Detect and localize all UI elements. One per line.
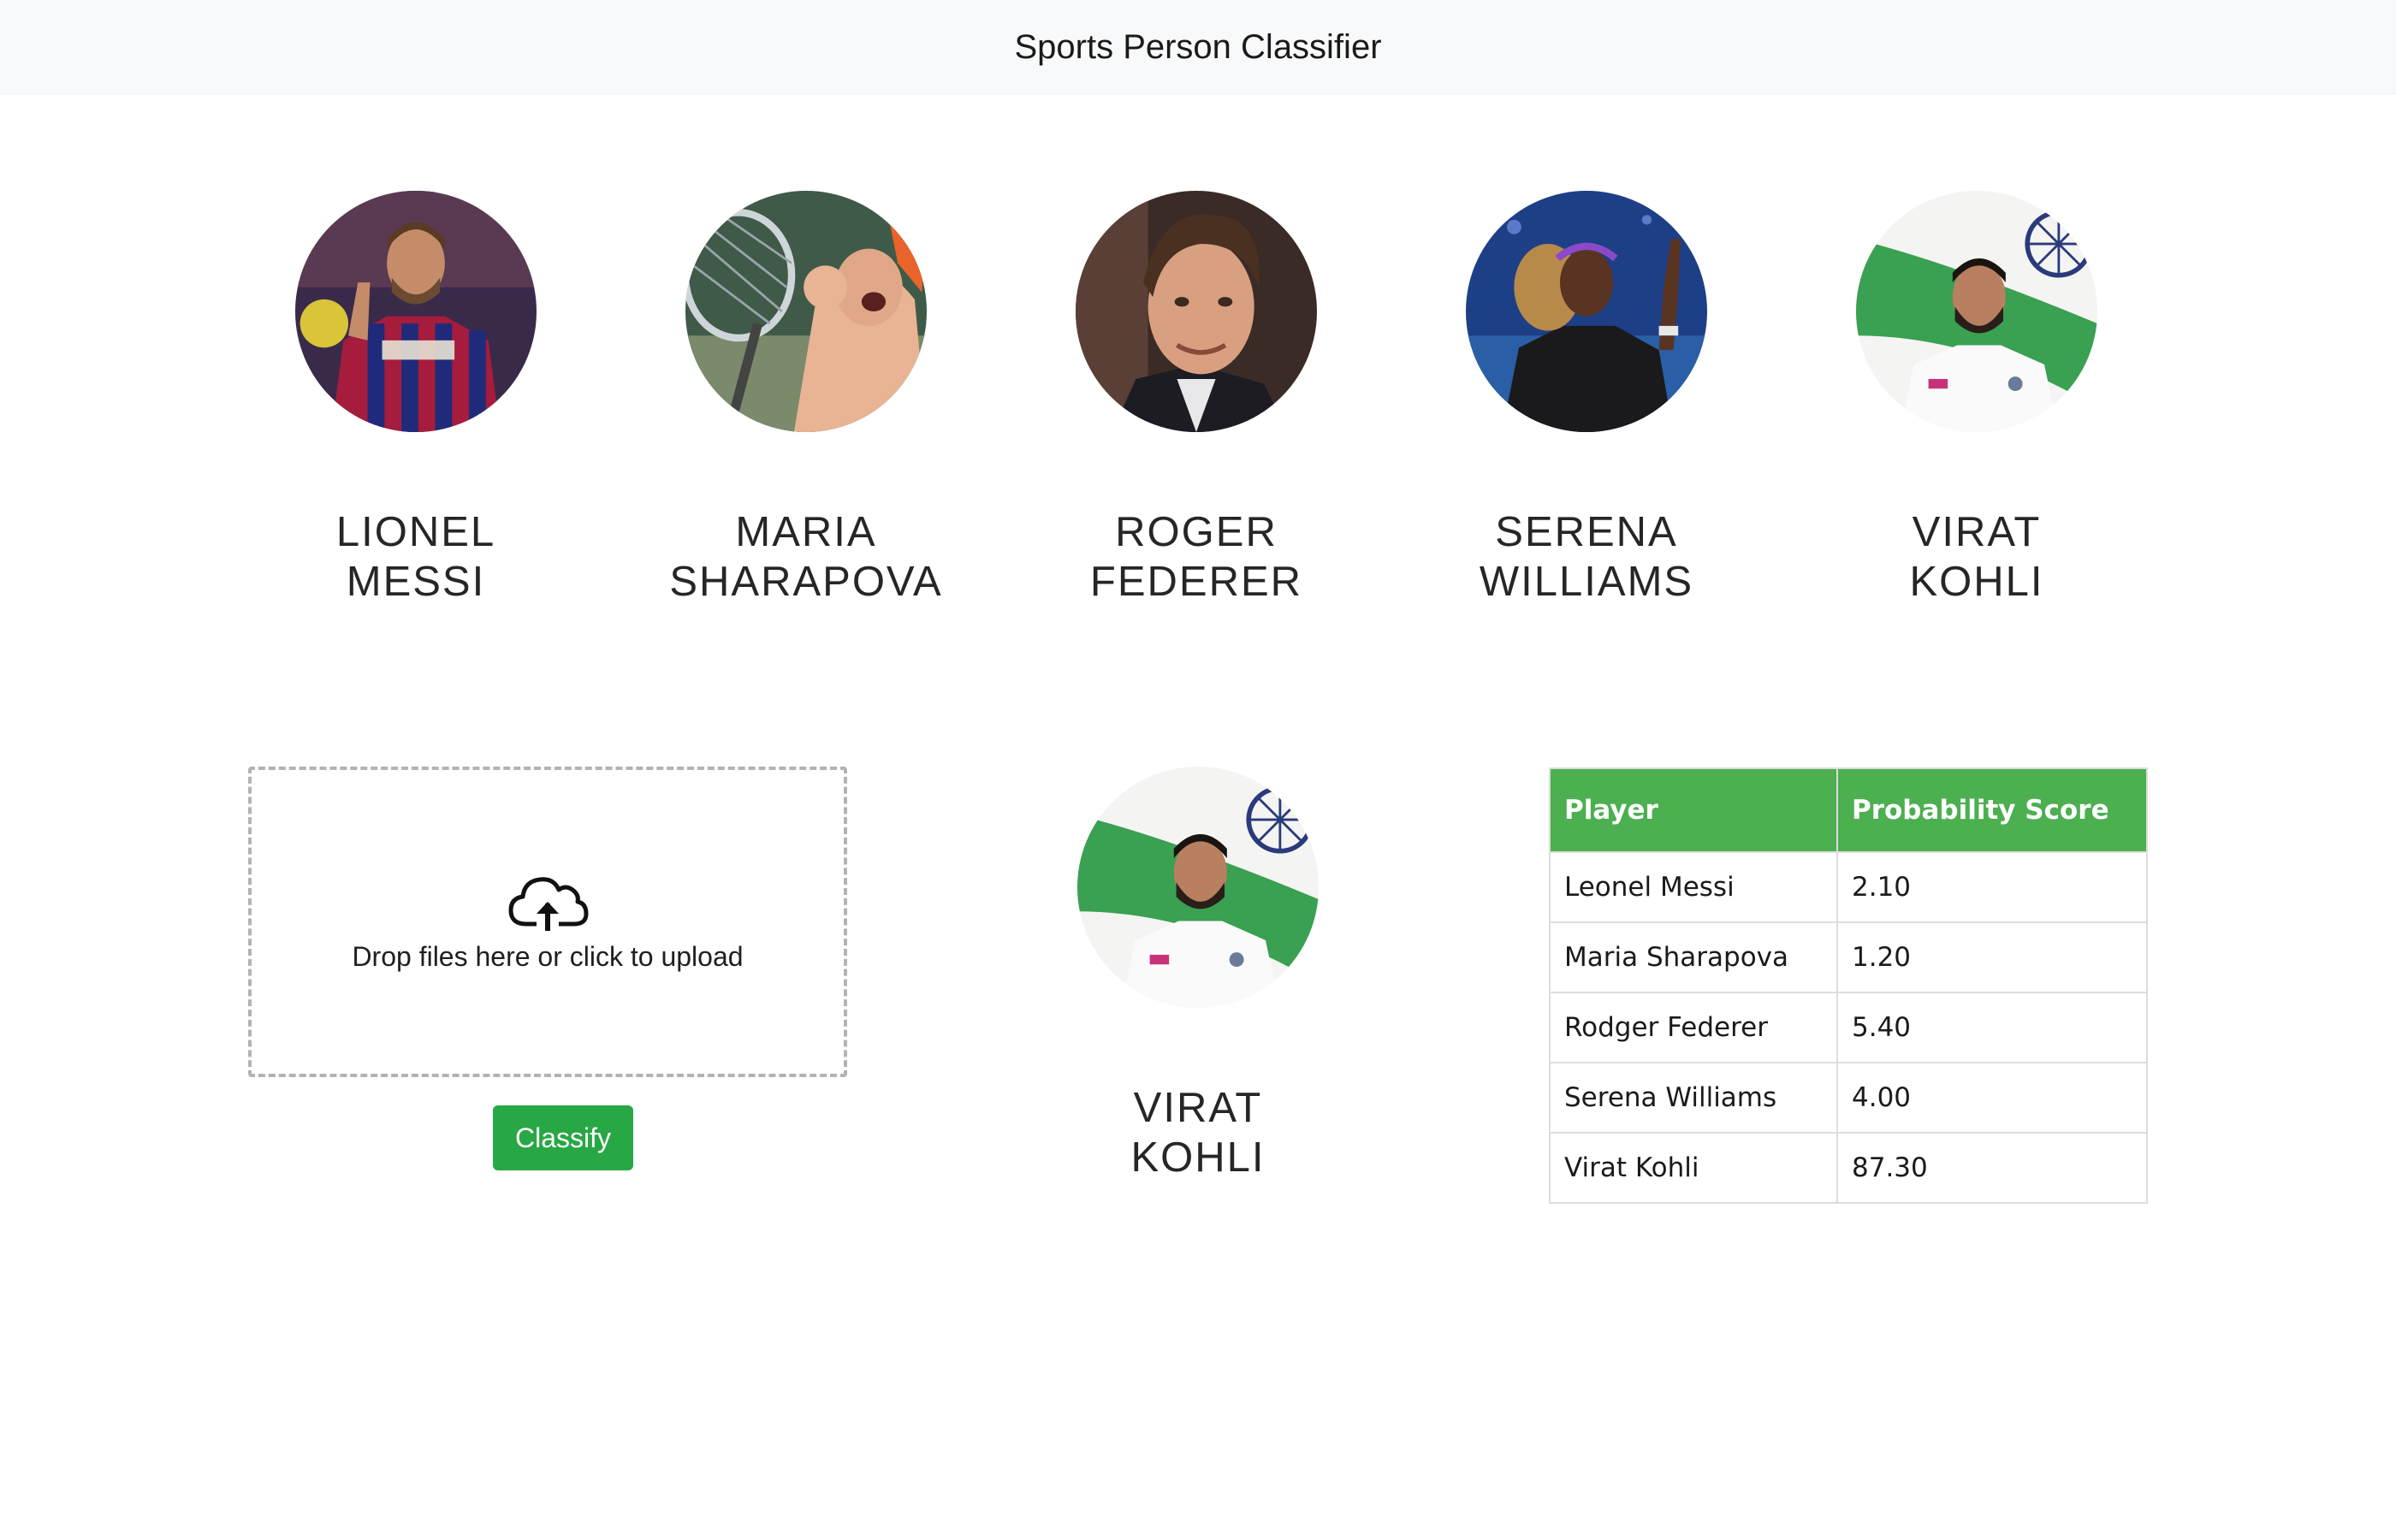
player-gallery: LIONEL MESSI MARIA SHARAPOVA ROGER FEDER…	[0, 191, 2396, 619]
table-row: Serena Williams 4.00	[1549, 1062, 2148, 1134]
column-header-probability: Probability Score	[1836, 767, 2148, 853]
table-row: Rodger Federer 5.40	[1549, 992, 2148, 1063]
file-dropzone[interactable]: Drop files here or click to upload	[248, 767, 847, 1077]
score-cell: 1.20	[1836, 921, 2148, 993]
player-cell: Leonel Messi	[1549, 851, 1838, 923]
player-photo-serena	[1466, 191, 1707, 432]
player-name: LIONEL MESSI	[335, 509, 496, 605]
player-name: MARIA SHARAPOVA	[669, 509, 943, 605]
player-photo-messi	[295, 191, 537, 432]
classify-button[interactable]: Classify	[493, 1105, 633, 1170]
table-row: Leonel Messi 2.10	[1549, 851, 2148, 923]
player-cell: Rodger Federer	[1549, 992, 1838, 1063]
player-cell: Virat Kohli	[1549, 1132, 1838, 1204]
result-player-name: VIRAT KOHLI	[1130, 1085, 1266, 1181]
score-cell: 4.00	[1836, 1062, 2148, 1134]
player-cell: Serena Williams	[1549, 1062, 1838, 1134]
player-card-serena: SERENA WILLIAMS	[1407, 191, 1766, 607]
player-photo-kohli	[1856, 191, 2097, 432]
score-cell: 2.10	[1836, 851, 2148, 923]
player-name: SERENA WILLIAMS	[1479, 509, 1694, 605]
player-photo-federer	[1076, 191, 1317, 432]
player-card-kohli: VIRAT KOHLI	[1797, 191, 2156, 607]
navbar: Sports Person Classifier	[0, 0, 2396, 95]
column-header-player: Player	[1549, 767, 1838, 853]
table-row: Virat Kohli 87.30	[1549, 1132, 2148, 1204]
dropzone-message: Drop files here or click to upload	[352, 941, 744, 972]
app-title[interactable]: Sports Person Classifier	[1014, 28, 1381, 67]
table-row: Maria Sharapova 1.20	[1549, 921, 2148, 993]
probability-table: Player Probability Score Leonel Messi 2.…	[1549, 767, 2148, 1204]
player-card-messi: LIONEL MESSI	[236, 191, 596, 607]
score-cell: 5.40	[1836, 992, 2148, 1063]
player-card-federer: ROGER FEDERER	[1017, 191, 1376, 607]
player-name: VIRAT KOHLI	[1909, 509, 2044, 605]
table-header-row: Player Probability Score	[1549, 767, 2148, 853]
score-cell: 87.30	[1836, 1132, 2148, 1204]
player-cell: Maria Sharapova	[1549, 921, 1838, 993]
player-card-sharapova: MARIA SHARAPOVA	[626, 191, 986, 607]
classification-result: VIRAT KOHLI	[1018, 767, 1378, 1182]
player-photo-sharapova	[685, 191, 927, 432]
result-photo-kohli	[1077, 767, 1319, 1008]
cloud-upload-icon	[508, 877, 589, 931]
player-name: ROGER FEDERER	[1089, 509, 1303, 605]
